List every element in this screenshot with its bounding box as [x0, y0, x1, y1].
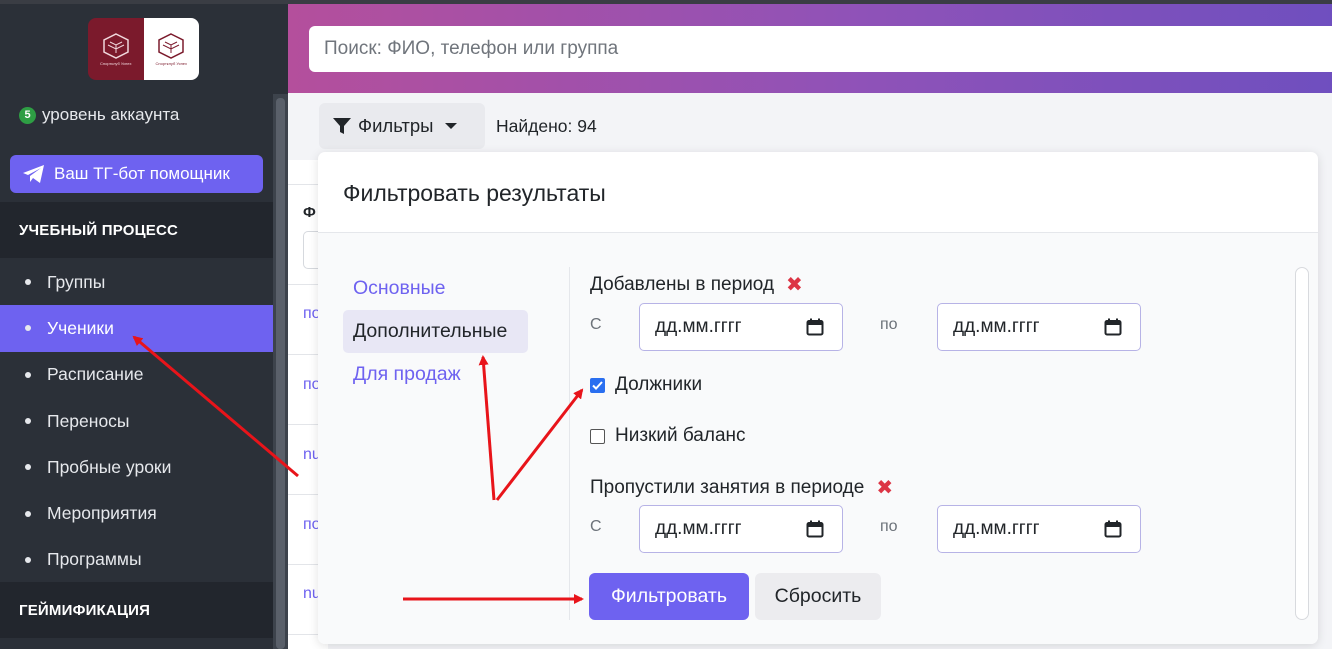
clear-missed-period-icon[interactable]: ✖ [876, 475, 893, 500]
sidebar-item-label: Программы [47, 549, 142, 570]
logo-cube-icon [158, 32, 184, 59]
missed-period-title: Пропустили занятия в периоде [590, 476, 865, 498]
bullet-icon [25, 371, 31, 378]
caret-down-icon [445, 123, 458, 129]
sidebar-item-groups[interactable]: Группы [0, 259, 273, 305]
account-level: 5 уровень аккаунта [19, 105, 179, 125]
date-placeholder: дд.мм.гггг [953, 316, 1040, 337]
added-to-date-input[interactable]: дд.мм.гггг [937, 303, 1141, 351]
reset-filter-button[interactable]: Сбросить [755, 573, 881, 620]
debtors-checkbox[interactable] [590, 377, 605, 393]
sidebar-item-label: Переносы [47, 410, 130, 431]
bullet-icon [25, 556, 31, 563]
sidebar-item-transfers[interactable]: Переносы [0, 398, 273, 444]
debtors-checkbox-row[interactable]: Должники [590, 374, 702, 396]
bullet-icon [25, 325, 31, 332]
filter-tabs: Основные Дополнительные Для продаж [343, 267, 528, 396]
to-label: по [880, 316, 898, 333]
low-balance-checkbox-row[interactable]: Низкий баланс [590, 425, 746, 447]
missed-from-date-input[interactable]: дд.мм.гггг [639, 505, 843, 553]
from-label: С [590, 316, 602, 333]
sidebar-nav: Группы Ученики Расписание Переносы Пробн… [0, 259, 273, 583]
date-placeholder: дд.мм.гггг [655, 316, 742, 337]
calendar-icon[interactable] [1104, 318, 1122, 336]
logo-caption: Спортклуб Успех [100, 60, 132, 66]
logo-caption: Спортклуб Успех [155, 60, 187, 66]
tab-sales[interactable]: Для продаж [343, 353, 528, 396]
tabs-divider [569, 267, 570, 620]
sidebar: Спортклуб Успех Спортклуб Успех 5 уровен… [0, 4, 288, 649]
low-balance-checkbox[interactable] [590, 428, 605, 444]
filter-panel: Фильтровать результаты Основные Дополнит… [318, 152, 1318, 644]
sidebar-item-label: Мероприятия [47, 503, 157, 524]
search-placeholder: Поиск: ФИО, телефон или группа [324, 38, 619, 59]
date-placeholder: дд.мм.гггг [655, 518, 742, 539]
bullet-icon [25, 464, 31, 471]
sidebar-item-label: Группы [47, 271, 106, 292]
sidebar-item-students[interactable]: Ученики [0, 305, 273, 352]
bullet-icon [25, 418, 31, 425]
missed-to-date-input[interactable]: дд.мм.гггг [937, 505, 1141, 553]
results-count: Найдено: 94 [496, 116, 597, 136]
sidebar-item-trial-lessons[interactable]: Пробные уроки [0, 444, 273, 490]
section-learning: УЧЕБНЫЙ ПРОЦЕСС [0, 202, 273, 258]
bullet-icon [25, 510, 31, 517]
table-column-header: Ф [303, 204, 316, 221]
sidebar-scrollbar[interactable] [273, 94, 288, 649]
sidebar-item-label: Пробные уроки [47, 456, 172, 477]
sidebar-scroll-thumb[interactable] [276, 98, 285, 649]
to-label: по [880, 518, 898, 535]
sidebar-item-events[interactable]: Мероприятия [0, 490, 273, 536]
filter-panel-title: Фильтровать результаты [343, 180, 606, 206]
sidebar-item-label: Ученики [47, 317, 114, 338]
tab-basic[interactable]: Основные [343, 267, 528, 310]
apply-filter-button[interactable]: Фильтровать [589, 573, 749, 620]
checkmark-icon [592, 380, 603, 390]
added-from-date-input[interactable]: дд.мм.гггг [639, 303, 843, 351]
panel-scrollbar[interactable] [1295, 267, 1309, 620]
tg-bot-button[interactable]: Ваш ТГ-бот помощник [10, 155, 263, 193]
search-input[interactable]: Поиск: ФИО, телефон или группа [309, 26, 1332, 72]
bullet-icon [25, 279, 31, 286]
calendar-icon[interactable] [806, 520, 824, 538]
section-gamification: ГЕЙМИФИКАЦИЯ [0, 582, 273, 638]
low-balance-label: Низкий баланс [615, 425, 746, 446]
filters-dropdown-button[interactable]: Фильтры [319, 103, 485, 149]
date-placeholder: дд.мм.гггг [953, 518, 1040, 539]
logo-left: Спортклуб Успех [88, 18, 144, 80]
from-label: С [590, 518, 602, 535]
added-period-label: Добавлены в период ✖ [590, 272, 803, 297]
sidebar-item-programs[interactable]: Программы [0, 537, 273, 583]
sidebar-item-schedule[interactable]: Расписание [0, 352, 273, 398]
calendar-icon[interactable] [806, 318, 824, 336]
telegram-icon [23, 165, 44, 183]
app-logo[interactable]: Спортклуб Успех Спортклуб Успех [88, 18, 199, 80]
clear-added-period-icon[interactable]: ✖ [786, 272, 803, 297]
missed-period-label: Пропустили занятия в периоде ✖ [590, 475, 893, 500]
sidebar-item-label: Расписание [47, 364, 144, 385]
calendar-icon[interactable] [1104, 520, 1122, 538]
level-text: уровень аккаунта [42, 105, 180, 124]
tab-additional[interactable]: Дополнительные [343, 310, 528, 353]
filters-label: Фильтры [358, 115, 434, 136]
logo-right: Спортклуб Успех [143, 18, 199, 80]
added-period-title: Добавлены в период [590, 273, 775, 295]
funnel-icon [333, 118, 351, 134]
tg-bot-label: Ваш ТГ-бот помощник [54, 164, 230, 183]
debtors-label: Должники [615, 374, 703, 395]
level-badge: 5 [19, 106, 36, 124]
logo-cube-icon [103, 32, 129, 59]
